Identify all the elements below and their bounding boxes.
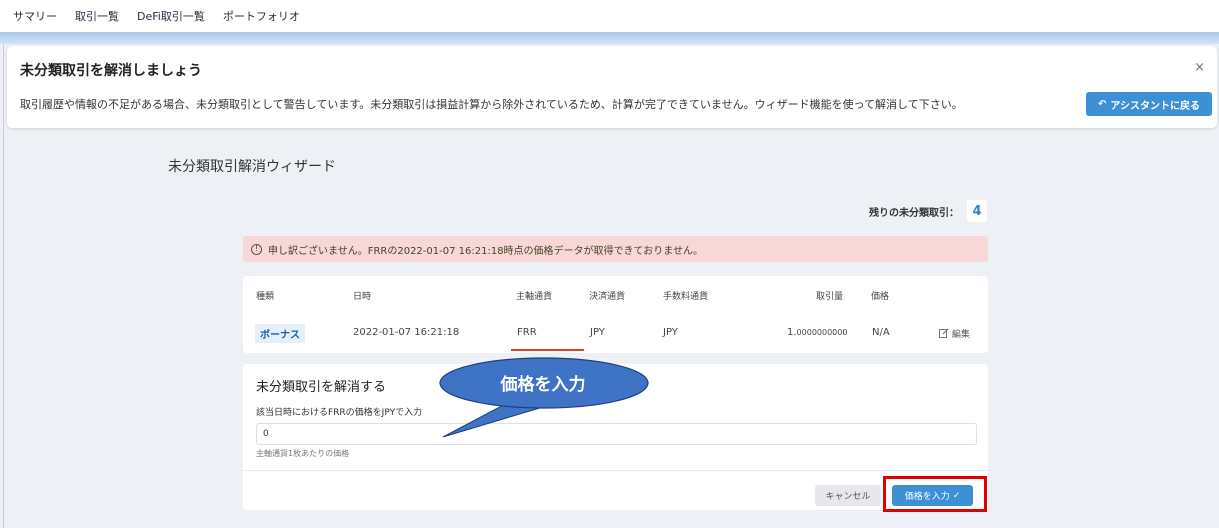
header-type: 種類 bbox=[256, 292, 275, 302]
cell-amount: 1.0000000000 bbox=[787, 327, 847, 338]
left-divider bbox=[3, 44, 4, 528]
header-datetime: 日時 bbox=[353, 292, 372, 302]
remaining-counter: 残りの未分類取引： 4 bbox=[869, 200, 987, 222]
cancel-button[interactable]: キャンセル bbox=[815, 485, 881, 506]
remaining-count: 4 bbox=[967, 200, 987, 222]
banner-title: 未分類取引を解消しましょう bbox=[20, 63, 202, 79]
price-field-hint: 主軸通貨1枚あたりの価格 bbox=[256, 449, 350, 458]
assist-button-label: アシスタントに戻る bbox=[1110, 100, 1200, 112]
nav-transactions[interactable]: 取引一覧 bbox=[75, 8, 119, 24]
edit-icon bbox=[939, 328, 949, 338]
resolve-title: 未分類取引を解消する bbox=[256, 380, 387, 395]
cell-quote-currency: JPY bbox=[590, 327, 605, 338]
highlight-box bbox=[883, 476, 987, 512]
amount-integer: 1. bbox=[787, 327, 797, 338]
header-price: 価格 bbox=[871, 292, 890, 302]
close-icon[interactable]: × bbox=[1194, 60, 1205, 75]
edit-label: 編集 bbox=[951, 330, 970, 340]
form-divider bbox=[243, 470, 988, 471]
type-badge: ボーナス bbox=[255, 324, 305, 343]
edit-button[interactable]: 編集 bbox=[939, 327, 970, 340]
back-to-assistant-button[interactable]: ↶ アシスタントに戻る bbox=[1086, 92, 1212, 116]
price-missing-alert: ! 申し訳ございません。FRRの2022-01-07 16:21:18時点の価格… bbox=[243, 236, 988, 262]
alert-text: 申し訳ございません。FRRの2022-01-07 16:21:18時点の価格デー… bbox=[268, 245, 703, 257]
callout-text: 価格を入力 bbox=[500, 375, 586, 395]
header-quote-currency: 決済通貨 bbox=[589, 292, 626, 302]
info-icon: ! bbox=[251, 243, 262, 255]
cell-fee-currency: JPY bbox=[663, 327, 678, 338]
wizard-title: 未分類取引解消ウィザード bbox=[168, 159, 336, 175]
header-fee-currency: 手数料通貨 bbox=[663, 292, 709, 302]
nav-portfolio[interactable]: ポートフォリオ bbox=[223, 8, 300, 24]
transaction-table: 種類 日時 主軸通貨 決済通貨 手数料通貨 取引量 価格 ボーナス 2022-0… bbox=[243, 276, 988, 353]
price-field-label: 該当日時におけるFRRの価格をJPYで入力 bbox=[256, 408, 423, 418]
callout-bubble bbox=[439, 357, 649, 438]
header-band bbox=[0, 32, 1219, 44]
nav-defi-transactions[interactable]: DeFi取引一覧 bbox=[137, 8, 205, 24]
cell-base-currency: FRR bbox=[517, 327, 537, 338]
cell-price: N/A bbox=[872, 327, 890, 338]
unclassified-banner: 未分類取引を解消しましょう 取引履歴や情報の不足がある場合、未分類取引として警告… bbox=[7, 46, 1217, 128]
amount-decimals: 0000000000 bbox=[796, 328, 848, 337]
header-amount: 取引量 bbox=[816, 292, 844, 302]
nav-summary[interactable]: サマリー bbox=[13, 8, 57, 24]
header-base-currency: 主軸通貨 bbox=[516, 292, 553, 302]
return-icon: ↶ bbox=[1098, 98, 1107, 110]
remaining-label: 残りの未分類取引： bbox=[869, 207, 959, 219]
banner-text: 取引履歴や情報の不足がある場合、未分類取引として警告しています。未分類取引は損益… bbox=[20, 98, 963, 111]
cell-datetime: 2022-01-07 16:21:18 bbox=[353, 327, 460, 338]
frr-underline bbox=[511, 349, 584, 351]
top-nav: サマリー 取引一覧 DeFi取引一覧 ポートフォリオ bbox=[0, 0, 1219, 32]
